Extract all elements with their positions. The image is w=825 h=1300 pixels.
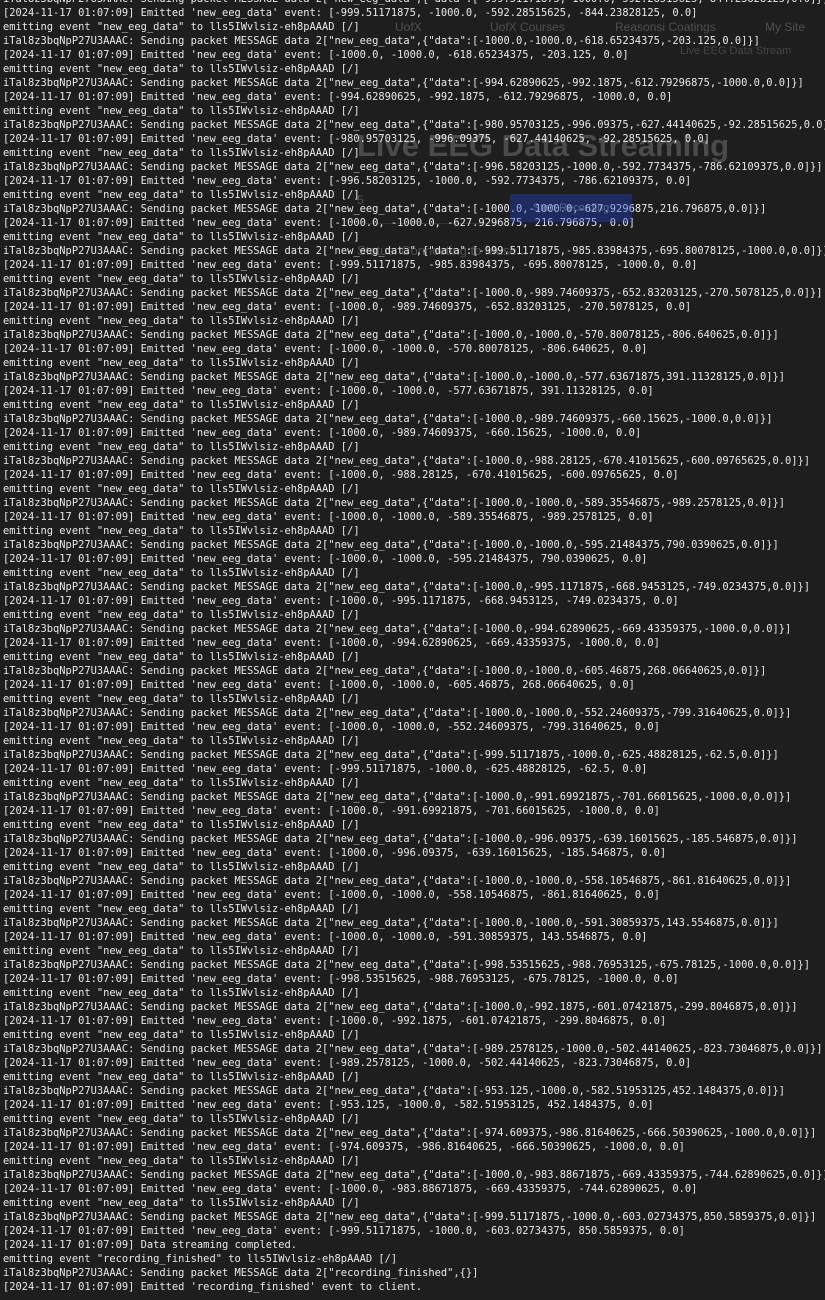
log-line: [2024-11-17 01:07:09] Emitted 'new_eeg_d… [3, 847, 667, 859]
terminal-output[interactable]: iTal8z3bqNpP27U3AAAC: Sending packet MES… [0, 0, 825, 1300]
log-line: iTal8z3bqNpP27U3AAAC: Sending packet MES… [3, 1211, 817, 1223]
log-line: iTal8z3bqNpP27U3AAAC: Sending packet MES… [3, 287, 823, 299]
log-line: [2024-11-17 01:07:09] Emitted 'new_eeg_d… [3, 7, 698, 19]
log-line: iTal8z3bqNpP27U3AAAC: Sending packet MES… [3, 119, 825, 131]
log-line: emitting event "new_eeg_data" to lls5IWv… [3, 1155, 360, 1167]
log-line: iTal8z3bqNpP27U3AAAC: Sending packet MES… [3, 875, 792, 887]
log-line: iTal8z3bqNpP27U3AAAC: Sending packet MES… [3, 497, 785, 509]
log-line: [2024-11-17 01:07:09] Emitted 'new_eeg_d… [3, 595, 679, 607]
log-line: emitting event "new_eeg_data" to lls5IWv… [3, 819, 360, 831]
log-line: iTal8z3bqNpP27U3AAAC: Sending packet MES… [3, 1169, 825, 1181]
log-line: emitting event "new_eeg_data" to lls5IWv… [3, 735, 360, 747]
log-line: [2024-11-17 01:07:09] Emitted 'recording… [3, 1281, 423, 1293]
log-line: [2024-11-17 01:07:09] Emitted 'new_eeg_d… [3, 889, 660, 901]
log-line: iTal8z3bqNpP27U3AAAC: Sending packet MES… [3, 1043, 823, 1055]
log-line: iTal8z3bqNpP27U3AAAC: Sending packet MES… [3, 1001, 798, 1013]
log-line: emitting event "new_eeg_data" to lls5IWv… [3, 1113, 360, 1125]
log-line: [2024-11-17 01:07:09] Emitted 'new_eeg_d… [3, 1141, 685, 1153]
log-line: iTal8z3bqNpP27U3AAAC: Sending packet MES… [3, 413, 773, 425]
log-line: emitting event "new_eeg_data" to lls5IWv… [3, 63, 360, 75]
log-line: iTal8z3bqNpP27U3AAAC: Sending packet MES… [3, 329, 779, 341]
log-line: [2024-11-17 01:07:09] Emitted 'new_eeg_d… [3, 553, 648, 565]
log-line: [2024-11-17 01:07:09] Emitted 'new_eeg_d… [3, 343, 648, 355]
log-line: [2024-11-17 01:07:09] Emitted 'new_eeg_d… [3, 511, 654, 523]
log-line: iTal8z3bqNpP27U3AAAC: Sending packet MES… [3, 1127, 817, 1139]
log-line: iTal8z3bqNpP27U3AAAC: Sending packet MES… [3, 371, 785, 383]
log-line: emitting event "new_eeg_data" to lls5IWv… [3, 987, 360, 999]
log-line: iTal8z3bqNpP27U3AAAC: Sending packet MES… [3, 77, 804, 89]
log-line: emitting event "new_eeg_data" to lls5IWv… [3, 189, 360, 201]
log-line: [2024-11-17 01:07:09] Emitted 'new_eeg_d… [3, 1099, 654, 1111]
log-line: iTal8z3bqNpP27U3AAAC: Sending packet MES… [3, 959, 810, 971]
log-line: [2024-11-17 01:07:09] Emitted 'new_eeg_d… [3, 217, 635, 229]
log-line: iTal8z3bqNpP27U3AAAC: Sending packet MES… [3, 1267, 479, 1279]
log-line: emitting event "new_eeg_data" to lls5IWv… [3, 21, 360, 33]
log-line: emitting event "new_eeg_data" to lls5IWv… [3, 105, 360, 117]
log-line: emitting event "new_eeg_data" to lls5IWv… [3, 1197, 360, 1209]
log-line: emitting event "new_eeg_data" to lls5IWv… [3, 525, 360, 537]
log-line: emitting event "new_eeg_data" to lls5IWv… [3, 147, 360, 159]
log-line: iTal8z3bqNpP27U3AAAC: Sending packet MES… [3, 833, 798, 845]
log-line: [2024-11-17 01:07:09] Emitted 'new_eeg_d… [3, 763, 648, 775]
log-line: emitting event "new_eeg_data" to lls5IWv… [3, 399, 360, 411]
log-line: iTal8z3bqNpP27U3AAAC: Sending packet MES… [3, 161, 823, 173]
log-line: iTal8z3bqNpP27U3AAAC: Sending packet MES… [3, 1085, 785, 1097]
log-line: emitting event "new_eeg_data" to lls5IWv… [3, 945, 360, 957]
log-line: iTal8z3bqNpP27U3AAAC: Sending packet MES… [3, 581, 810, 593]
log-line: emitting event "new_eeg_data" to lls5IWv… [3, 315, 360, 327]
log-line: [2024-11-17 01:07:09] Emitted 'new_eeg_d… [3, 679, 635, 691]
log-line: [2024-11-17 01:07:09] Emitted 'new_eeg_d… [3, 1183, 698, 1195]
log-line: iTal8z3bqNpP27U3AAAC: Sending packet MES… [3, 203, 767, 215]
log-line: emitting event "new_eeg_data" to lls5IWv… [3, 231, 360, 243]
log-line: emitting event "new_eeg_data" to lls5IWv… [3, 1029, 360, 1041]
log-line: emitting event "new_eeg_data" to lls5IWv… [3, 273, 360, 285]
log-line: emitting event "new_eeg_data" to lls5IWv… [3, 441, 360, 453]
log-line: [2024-11-17 01:07:09] Emitted 'new_eeg_d… [3, 301, 692, 313]
log-line: [2024-11-17 01:07:09] Emitted 'new_eeg_d… [3, 1015, 667, 1027]
log-line: [2024-11-17 01:07:09] Emitted 'new_eeg_d… [3, 637, 660, 649]
log-line: emitting event "recording_finished" to l… [3, 1253, 398, 1265]
log-line: iTal8z3bqNpP27U3AAAC: Sending packet MES… [3, 539, 779, 551]
log-line: emitting event "new_eeg_data" to lls5IWv… [3, 777, 360, 789]
log-line: iTal8z3bqNpP27U3AAAC: Sending packet MES… [3, 749, 779, 761]
log-line: [2024-11-17 01:07:09] Emitted 'new_eeg_d… [3, 259, 698, 271]
log-line: [2024-11-17 01:07:09] Emitted 'new_eeg_d… [3, 1225, 685, 1237]
log-line: emitting event "new_eeg_data" to lls5IWv… [3, 357, 360, 369]
log-line: emitting event "new_eeg_data" to lls5IWv… [3, 651, 360, 663]
log-line: [2024-11-17 01:07:09] Emitted 'new_eeg_d… [3, 721, 660, 733]
log-line: iTal8z3bqNpP27U3AAAC: Sending packet MES… [3, 623, 792, 635]
log-line: emitting event "new_eeg_data" to lls5IWv… [3, 693, 360, 705]
log-line: emitting event "new_eeg_data" to lls5IWv… [3, 903, 360, 915]
log-line: emitting event "new_eeg_data" to lls5IWv… [3, 1071, 360, 1083]
log-line: iTal8z3bqNpP27U3AAAC: Sending packet MES… [3, 707, 792, 719]
log-line: [2024-11-17 01:07:09] Emitted 'new_eeg_d… [3, 91, 673, 103]
log-line: [2024-11-17 01:07:09] Emitted 'new_eeg_d… [3, 1057, 692, 1069]
log-line: [2024-11-17 01:07:09] Emitted 'new_eeg_d… [3, 49, 629, 61]
log-line: iTal8z3bqNpP27U3AAAC: Sending packet MES… [3, 455, 810, 467]
log-line: [2024-11-17 01:07:09] Emitted 'new_eeg_d… [3, 931, 648, 943]
log-line: iTal8z3bqNpP27U3AAAC: Sending packet MES… [3, 665, 767, 677]
log-line: emitting event "new_eeg_data" to lls5IWv… [3, 483, 360, 495]
log-line: iTal8z3bqNpP27U3AAAC: Sending packet MES… [3, 245, 825, 257]
log-line: [2024-11-17 01:07:09] Emitted 'new_eeg_d… [3, 427, 642, 439]
log-line: iTal8z3bqNpP27U3AAAC: Sending packet MES… [3, 791, 792, 803]
log-line: [2024-11-17 01:07:09] Data streaming com… [3, 1239, 298, 1251]
log-line: [2024-11-17 01:07:09] Emitted 'new_eeg_d… [3, 469, 679, 481]
log-line: iTal8z3bqNpP27U3AAAC: Sending packet MES… [3, 917, 779, 929]
log-line: [2024-11-17 01:07:09] Emitted 'new_eeg_d… [3, 133, 710, 145]
log-line: emitting event "new_eeg_data" to lls5IWv… [3, 609, 360, 621]
log-line: [2024-11-17 01:07:09] Emitted 'new_eeg_d… [3, 385, 654, 397]
log-line: [2024-11-17 01:07:09] Emitted 'new_eeg_d… [3, 175, 692, 187]
log-line: [2024-11-17 01:07:09] Emitted 'new_eeg_d… [3, 973, 679, 985]
log-line: iTal8z3bqNpP27U3AAAC: Sending packet MES… [3, 35, 760, 47]
log-line: emitting event "new_eeg_data" to lls5IWv… [3, 861, 360, 873]
log-line: [2024-11-17 01:07:09] Emitted 'new_eeg_d… [3, 805, 660, 817]
log-line: emitting event "new_eeg_data" to lls5IWv… [3, 567, 360, 579]
